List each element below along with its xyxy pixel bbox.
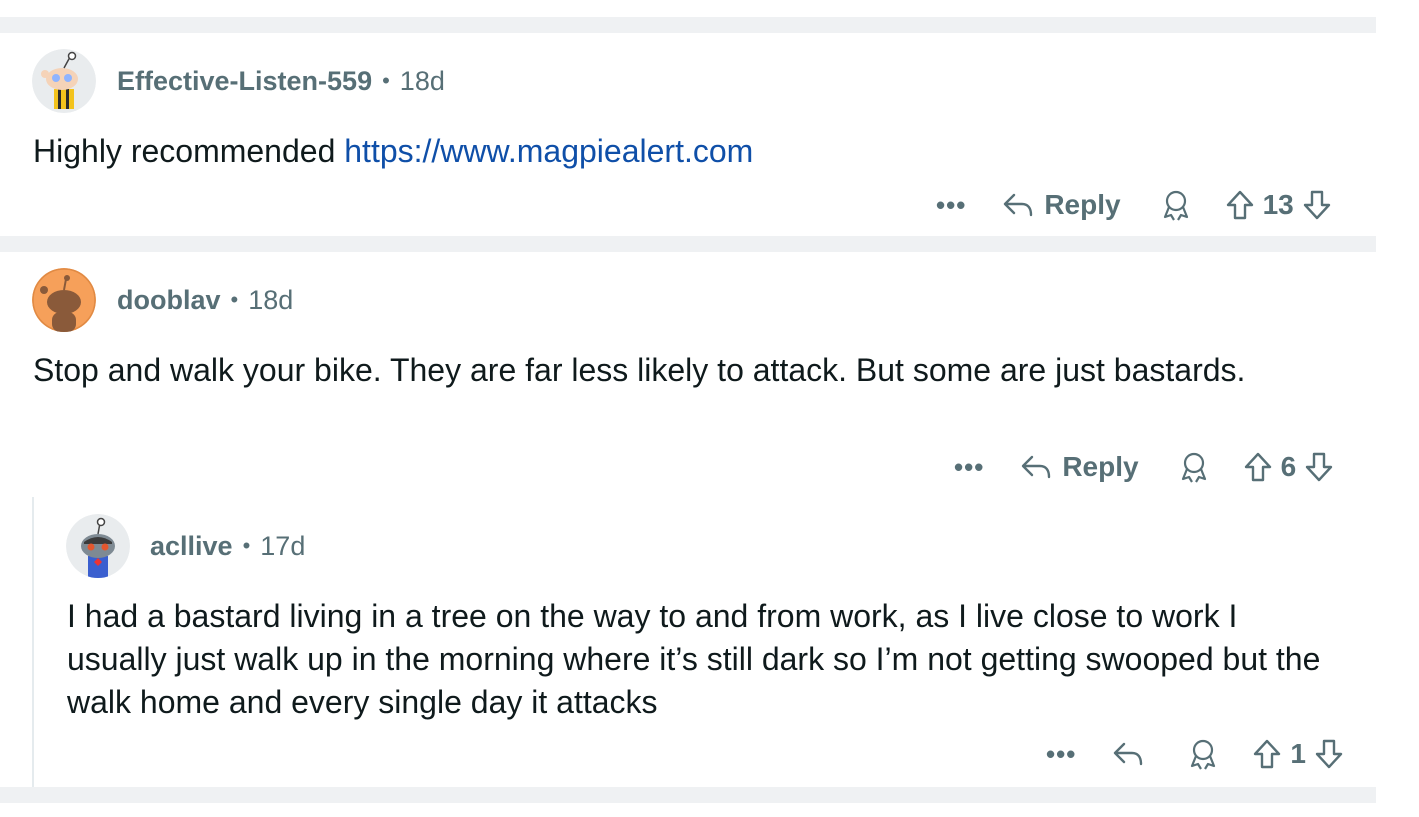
- comment-meta: acllive • 17d: [150, 528, 305, 564]
- reply-button[interactable]: Reply: [1002, 189, 1121, 221]
- downvote-arrow-icon: [1303, 190, 1330, 220]
- more-options-button[interactable]: •••: [936, 190, 966, 221]
- reply-button[interactable]: [1112, 740, 1154, 768]
- comment-age[interactable]: 18d: [400, 66, 445, 97]
- upvote-arrow-icon: [1254, 739, 1281, 769]
- award-icon: [1191, 739, 1216, 770]
- reply-arrow-icon: [1114, 742, 1143, 766]
- reply-arrow-icon: [1004, 193, 1033, 217]
- upvote-button[interactable]: [1243, 451, 1273, 483]
- award-icon: [1181, 452, 1206, 483]
- comment-actions: ••• 1: [1046, 734, 1344, 774]
- meta-separator: •: [230, 287, 239, 312]
- user-avatar[interactable]: [32, 49, 96, 113]
- comment-body: Stop and walk your bike. They are far le…: [33, 352, 1246, 388]
- user-avatar[interactable]: [66, 514, 130, 578]
- comment-card: dooblav • 18d Stop and walk your bike. T…: [0, 252, 1376, 787]
- reply-label: Reply: [1062, 451, 1139, 482]
- more-options-button[interactable]: •••: [954, 452, 984, 483]
- thread-line[interactable]: [32, 497, 34, 787]
- vote-count: 13: [1262, 189, 1294, 220]
- reply-button[interactable]: Reply: [1020, 451, 1139, 483]
- meta-separator: •: [382, 68, 390, 93]
- downvote-arrow-icon: [1315, 739, 1343, 769]
- username-link[interactable]: Effective-Listen-559: [117, 66, 372, 97]
- username-link[interactable]: acllive: [150, 531, 233, 562]
- upvote-button[interactable]: [1225, 189, 1255, 221]
- downvote-button[interactable]: [1302, 189, 1332, 221]
- comment-body: Highly recommended https://www.magpieale…: [33, 130, 753, 173]
- reply-label: Reply: [1044, 189, 1121, 220]
- comment-actions: ••• Reply 13: [936, 185, 1332, 225]
- comment-meta: Effective-Listen-559 • 18d: [117, 63, 445, 99]
- vote-count: 6: [1280, 451, 1297, 482]
- downvote-arrow-icon: [1305, 452, 1333, 482]
- upvote-button[interactable]: [1252, 738, 1282, 770]
- comment-body: I had a bastard living in a tree on the …: [67, 598, 1321, 720]
- comment-meta: dooblav • 18d: [117, 282, 293, 318]
- comment-age[interactable]: 17d: [260, 531, 305, 562]
- upvote-arrow-icon: [1244, 452, 1271, 482]
- comment-age[interactable]: 18d: [248, 285, 293, 316]
- meta-separator: •: [242, 533, 251, 558]
- snoo-robot-avatar-icon: [66, 514, 130, 578]
- downvote-button[interactable]: [1304, 451, 1334, 483]
- comment-card: Effective-Listen-559 • 18d Highly recomm…: [0, 33, 1376, 236]
- default-snoo-avatar-icon: [32, 268, 96, 332]
- comment-link[interactable]: https://www.magpiealert.com: [344, 133, 753, 169]
- snoo-avatar-icon: [32, 49, 96, 113]
- previous-comment-card: [0, 0, 1376, 17]
- user-avatar[interactable]: [32, 268, 96, 332]
- vote-count: 1: [1290, 738, 1306, 769]
- next-comment-card: [0, 803, 1376, 817]
- downvote-button[interactable]: [1314, 738, 1344, 770]
- username-link[interactable]: dooblav: [117, 285, 221, 316]
- comment-actions: ••• Reply 6: [954, 447, 1334, 487]
- award-icon: [1163, 190, 1188, 221]
- reply-arrow-icon: [1022, 455, 1051, 479]
- comment-feed: Effective-Listen-559 • 18d Highly recomm…: [0, 0, 1376, 817]
- upvote-arrow-icon: [1226, 190, 1253, 220]
- more-options-button[interactable]: •••: [1046, 739, 1076, 770]
- award-button[interactable]: [1188, 738, 1218, 770]
- award-button[interactable]: [1179, 451, 1209, 483]
- comment-text: Highly recommended: [33, 133, 345, 169]
- award-button[interactable]: [1161, 189, 1191, 221]
